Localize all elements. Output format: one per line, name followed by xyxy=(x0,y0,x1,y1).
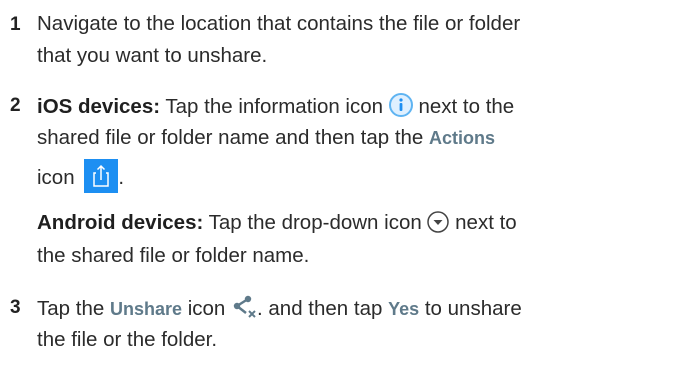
ios-text-line2: shared file or folder name and then tap … xyxy=(37,126,424,149)
step-1-line-2: that you want to unshare. xyxy=(37,44,268,67)
ios-text: Tap the information icon xyxy=(165,95,384,118)
ios-devices-label: iOS devices: xyxy=(37,95,161,118)
info-icon xyxy=(388,93,413,117)
android-text: Tap the drop-down icon xyxy=(208,211,422,234)
step-3-line-1: Tap the Unshare icon . and then tap Yes … xyxy=(37,295,522,321)
step-3-icon-word: icon xyxy=(187,297,226,320)
step-3-text-then: . and then tap xyxy=(257,297,383,320)
android-text-next: next to xyxy=(455,211,517,234)
step-3-text: Tap the xyxy=(37,297,105,320)
step-2-android-line-2: the shared file or folder name. xyxy=(37,244,310,267)
step-number-1: 1 xyxy=(10,14,21,35)
unshare-icon xyxy=(231,295,257,319)
step-3-text-end: to unshare xyxy=(424,297,522,320)
step-1-line-1: Navigate to the location that contains t… xyxy=(37,12,521,35)
chevron-down-circle-icon xyxy=(427,211,450,233)
yes-term: Yes xyxy=(388,299,420,319)
step-3-line-2: the file or the folder. xyxy=(37,328,218,351)
step-2-android-line-1: Android devices: Tap the drop-down icon … xyxy=(37,211,517,235)
unshare-term: Unshare xyxy=(109,299,182,319)
ios-text-next: next to the xyxy=(418,95,515,118)
share-actions-icon xyxy=(84,159,119,193)
ios-period: . xyxy=(118,166,125,189)
actions-term: Actions xyxy=(429,128,496,148)
ios-icon-word: icon xyxy=(37,166,75,189)
step-number-3: 3 xyxy=(10,297,21,318)
step-number-2: 2 xyxy=(10,95,21,116)
step-2-ios-line-1: iOS devices: Tap the information icon ne… xyxy=(37,93,514,119)
step-2-ios-line-2: shared file or folder name and then tap … xyxy=(37,126,495,150)
step-2-ios-line-3: icon . xyxy=(37,159,124,193)
android-devices-label: Android devices: xyxy=(37,211,204,234)
